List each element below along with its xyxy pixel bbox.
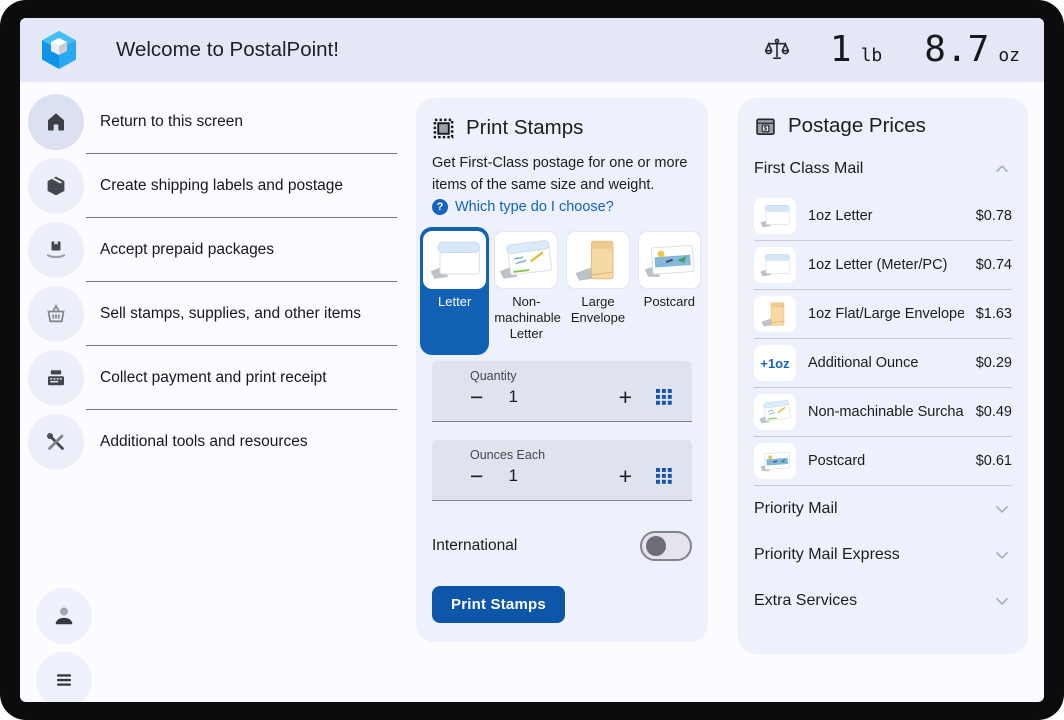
- sidebar-item-additional-tools[interactable]: Additional tools and resources: [20, 410, 400, 474]
- chevron-down-icon: [992, 499, 1012, 519]
- main-menu: Return to this screen Create shipping la…: [20, 90, 400, 474]
- postcard-thumb: [754, 443, 796, 479]
- postage-prices-title-row: $ Postage Prices: [754, 112, 1012, 138]
- scale-icon: [764, 37, 790, 63]
- stamp-type-selector: Letter Non-machinable Letter Large Envel…: [420, 227, 704, 355]
- plus-one-oz-thumb: +1oz: [754, 345, 796, 381]
- section-first-class-mail[interactable]: First Class Mail: [754, 146, 1012, 192]
- ounces-value: 1: [508, 466, 517, 486]
- price-row-flat-large-envelope: 1oz Flat/Large Envelope $1.63: [754, 290, 1012, 339]
- price-row-additional-ounce: +1oz Additional Ounce $0.29: [754, 339, 1012, 388]
- ounces-increment-button[interactable]: +: [619, 465, 632, 487]
- section-priority-mail[interactable]: Priority Mail: [754, 486, 1012, 532]
- keypad-icon: [656, 389, 672, 405]
- letter-thumb: [754, 247, 796, 283]
- postcard-illustration: [638, 231, 701, 289]
- postalpoint-logo: [38, 29, 80, 71]
- quantity-stepper: Quantity − 1 +: [432, 361, 692, 422]
- menu-button[interactable]: [36, 652, 92, 702]
- package-icon: [28, 158, 84, 214]
- section-extra-services[interactable]: Extra Services: [754, 578, 1012, 624]
- keypad-icon: [656, 468, 672, 484]
- print-stamps-title-row: Print Stamps: [432, 114, 692, 140]
- weight-ounces-value: 8.7: [924, 32, 989, 68]
- sidebar-item-prepaid-packages[interactable]: Accept prepaid packages: [20, 218, 400, 282]
- quantity-decrement-button[interactable]: −: [470, 386, 483, 408]
- chevron-up-icon: [992, 159, 1012, 179]
- chevron-down-icon: [992, 591, 1012, 611]
- letter-illustration: [423, 231, 486, 289]
- stamp-icon: [432, 117, 455, 140]
- quantity-label: Quantity: [470, 369, 676, 383]
- quantity-increment-button[interactable]: +: [619, 386, 632, 408]
- menu-icon: [52, 668, 76, 692]
- postalpoint-app: Welcome to PostalPoint! 1: [20, 18, 1044, 702]
- app-header: Welcome to PostalPoint! 1: [20, 18, 1044, 82]
- postage-prices-panel: $ Postage Prices First Class Mail 1oz Le…: [738, 98, 1028, 654]
- postage-prices-title: Postage Prices: [788, 114, 926, 138]
- weight-ounces-unit: oz: [998, 45, 1020, 66]
- international-label: International: [432, 537, 517, 555]
- prepaid-package-icon: [28, 222, 84, 278]
- device-frame: Welcome to PostalPoint! 1: [0, 0, 1064, 720]
- section-priority-mail-express[interactable]: Priority Mail Express: [754, 532, 1012, 578]
- chevron-down-icon: [992, 545, 1012, 565]
- quantity-keypad-button[interactable]: [656, 389, 672, 405]
- price-row-postcard: Postcard $0.61: [754, 437, 1012, 486]
- sidebar-item-home[interactable]: Return to this screen: [20, 90, 400, 154]
- tools-icon: [28, 414, 84, 470]
- price-row-1oz-letter-meter: 1oz Letter (Meter/PC) $0.74: [754, 241, 1012, 290]
- ounces-keypad-button[interactable]: [656, 468, 672, 484]
- type-tile-non-machinable-letter[interactable]: Non-machinable Letter: [491, 227, 561, 355]
- international-row: International: [432, 531, 692, 561]
- print-stamps-button[interactable]: Print Stamps: [432, 586, 565, 623]
- sidebar-item-shipping-labels[interactable]: Create shipping labels and postage: [20, 154, 400, 218]
- price-package-icon: $: [754, 115, 777, 138]
- non-machinable-letter-thumb: [754, 394, 796, 430]
- basket-icon: [28, 286, 84, 342]
- account-icon: [51, 603, 77, 629]
- svg-text:$: $: [764, 125, 768, 132]
- ounces-stepper: Ounces Each − 1 +: [432, 440, 692, 501]
- type-tile-letter[interactable]: Letter: [420, 227, 489, 355]
- stamp-type-help-link[interactable]: ? Which type do I choose?: [432, 199, 692, 215]
- page-title: Welcome to PostalPoint!: [116, 38, 339, 62]
- large-envelope-thumb: [754, 296, 796, 332]
- help-icon: ?: [432, 199, 448, 215]
- ounces-label: Ounces Each: [470, 448, 676, 462]
- home-icon: [28, 94, 84, 150]
- print-stamps-panel: Print Stamps Get First-Class postage for…: [416, 98, 708, 642]
- sidebar-item-collect-payment[interactable]: Collect payment and print receipt: [20, 346, 400, 410]
- price-row-non-machinable-surcharge: Non-machinable Surchar... $0.49: [754, 388, 1012, 437]
- price-row-1oz-letter: 1oz Letter $0.78: [754, 192, 1012, 241]
- international-toggle[interactable]: [640, 531, 692, 561]
- print-stamps-description: Get First-Class postage for one or more …: [432, 153, 692, 196]
- type-tile-large-envelope[interactable]: Large Envelope: [563, 227, 632, 355]
- weight-pounds-unit: lb: [861, 45, 883, 66]
- sidebar-item-sell-stamps[interactable]: Sell stamps, supplies, and other items: [20, 282, 400, 346]
- account-button[interactable]: [36, 588, 92, 644]
- type-tile-postcard[interactable]: Postcard: [635, 227, 704, 355]
- ounces-decrement-button[interactable]: −: [470, 465, 483, 487]
- non-machinable-letter-illustration: [494, 231, 558, 289]
- toggle-thumb: [646, 536, 666, 556]
- scale-weight-display: 1 lb 8.7 oz: [764, 32, 1020, 68]
- print-stamps-title: Print Stamps: [466, 116, 583, 140]
- large-envelope-illustration: [566, 231, 629, 289]
- letter-thumb: [754, 198, 796, 234]
- cash-register-icon: [28, 350, 84, 406]
- quantity-value: 1: [508, 387, 517, 407]
- weight-pounds-value: 1: [830, 32, 852, 68]
